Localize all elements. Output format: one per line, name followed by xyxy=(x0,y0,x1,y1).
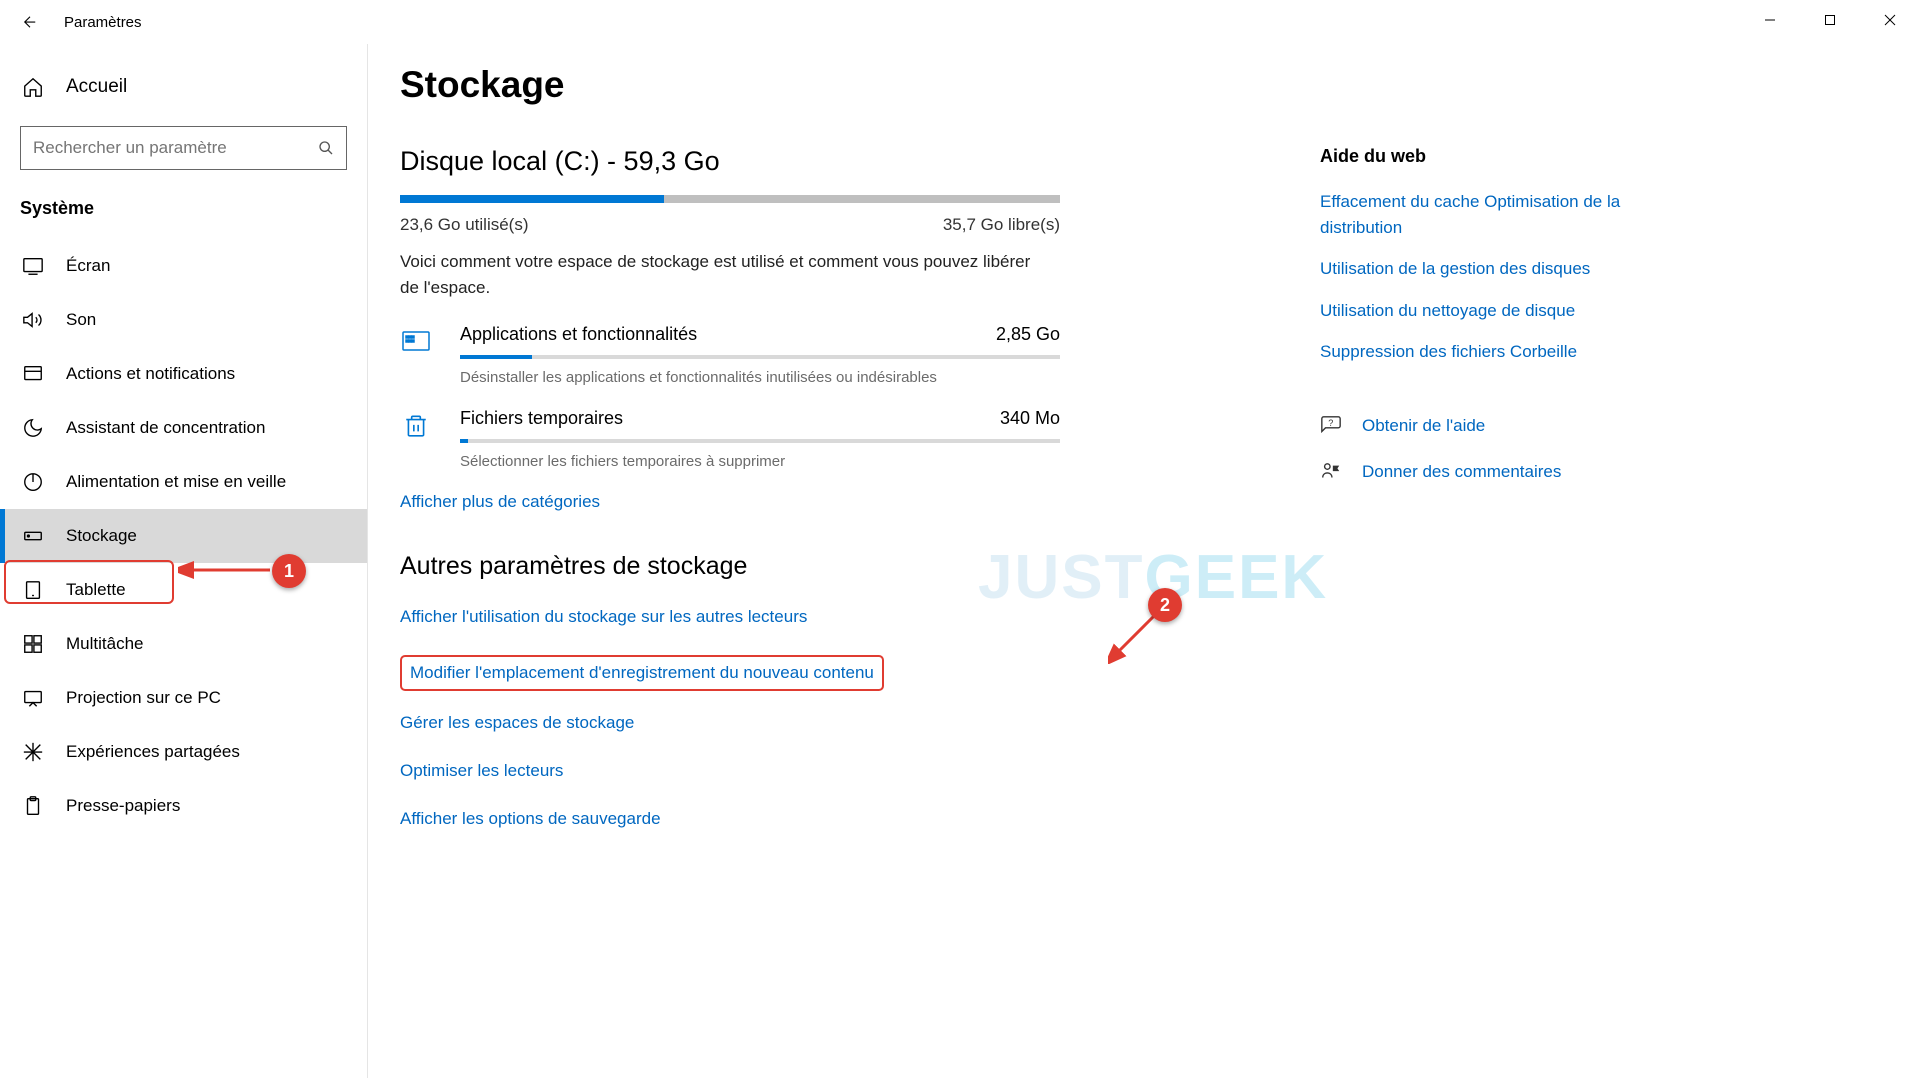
feedback-link[interactable]: Donner des commentaires xyxy=(1362,462,1561,482)
sidebar-item-clipboard[interactable]: Presse-papiers xyxy=(0,779,367,833)
other-settings-title: Autres paramètres de stockage xyxy=(400,552,1060,581)
storage-description: Voici comment votre espace de stockage e… xyxy=(400,249,1040,300)
annotation-highlight-2: Modifier l'emplacement d'enregistrement … xyxy=(400,655,884,691)
search-input[interactable] xyxy=(33,138,318,158)
home-icon xyxy=(22,76,44,98)
close-button[interactable] xyxy=(1860,0,1920,40)
apps-icon xyxy=(400,326,432,358)
sidebar-item-storage[interactable]: Stockage xyxy=(0,509,367,563)
moon-icon xyxy=(22,417,44,439)
titlebar: Paramètres xyxy=(0,0,1920,44)
show-more-categories-link[interactable]: Afficher plus de catégories xyxy=(400,492,600,512)
manage-storage-spaces-link[interactable]: Gérer les espaces de stockage xyxy=(400,713,1060,733)
sidebar-item-projection[interactable]: Projection sur ce PC xyxy=(0,671,367,725)
used-label: 23,6 Go utilisé(s) xyxy=(400,215,529,235)
minimize-icon xyxy=(1764,14,1776,26)
disk-title: Disque local (C:) - 59,3 Go xyxy=(400,146,1060,177)
help-title: Aide du web xyxy=(1320,146,1680,167)
storage-category-apps[interactable]: Applications et fonctionnalités 2,85 Go … xyxy=(400,324,1060,390)
sidebar-item-notifications[interactable]: Actions et notifications xyxy=(0,347,367,401)
main-content: JUSTGEEK Stockage Disque local (C:) - 59… xyxy=(368,44,1920,1078)
sidebar-item-label: Assistant de concentration xyxy=(66,418,265,438)
sidebar-item-label: Expériences partagées xyxy=(66,742,240,762)
category-size: 340 Mo xyxy=(1000,408,1060,429)
annotation-badge-2: 2 xyxy=(1148,588,1182,622)
projection-icon xyxy=(22,687,44,709)
window-title: Paramètres xyxy=(64,14,142,31)
category-name: Fichiers temporaires xyxy=(460,408,623,429)
multitask-icon xyxy=(22,633,44,655)
maximize-icon xyxy=(1824,14,1836,26)
sidebar-item-multitask[interactable]: Multitâche xyxy=(0,617,367,671)
get-help-link[interactable]: Obtenir de l'aide xyxy=(1362,416,1485,436)
sidebar: Accueil Système Écran Son Actions et not… xyxy=(0,44,368,1078)
help-link[interactable]: Effacement du cache Optimisation de la d… xyxy=(1320,189,1680,240)
sidebar-item-label: Alimentation et mise en veille xyxy=(66,472,286,492)
display-icon xyxy=(22,255,44,277)
search-icon xyxy=(318,140,334,156)
help-link[interactable]: Utilisation de la gestion des disques xyxy=(1320,256,1680,282)
sidebar-item-shared[interactable]: Expériences partagées xyxy=(0,725,367,779)
sidebar-item-focus[interactable]: Assistant de concentration xyxy=(0,401,367,455)
maximize-button[interactable] xyxy=(1800,0,1860,40)
sidebar-item-label: Stockage xyxy=(66,526,137,546)
sidebar-item-label: Actions et notifications xyxy=(66,364,235,384)
notifications-icon xyxy=(22,363,44,385)
optimize-drives-link[interactable]: Optimiser les lecteurs xyxy=(400,761,1060,781)
home-label: Accueil xyxy=(66,76,127,98)
arrow-left-icon xyxy=(21,13,39,31)
shared-icon xyxy=(22,741,44,763)
section-title: Système xyxy=(0,190,367,239)
clipboard-icon xyxy=(22,795,44,817)
feedback-row[interactable]: Donner des commentaires xyxy=(1320,461,1680,483)
sidebar-item-label: Presse-papiers xyxy=(66,796,180,816)
category-size: 2,85 Go xyxy=(996,324,1060,345)
disk-usage-fill xyxy=(400,195,664,203)
close-icon xyxy=(1884,14,1896,26)
sidebar-item-power[interactable]: Alimentation et mise en veille xyxy=(0,455,367,509)
change-save-location-link[interactable]: Modifier l'emplacement d'enregistrement … xyxy=(410,663,874,683)
page-title: Stockage xyxy=(400,64,1860,106)
sound-icon xyxy=(22,309,44,331)
home-button[interactable]: Accueil xyxy=(0,60,367,114)
free-label: 35,7 Go libre(s) xyxy=(943,215,1060,235)
window-controls xyxy=(1740,0,1920,40)
get-help-row[interactable]: ? Obtenir de l'aide xyxy=(1320,415,1680,437)
disk-usage-bar xyxy=(400,195,1060,203)
category-bar xyxy=(460,355,1060,359)
help-link[interactable]: Utilisation du nettoyage de disque xyxy=(1320,298,1680,324)
back-button[interactable] xyxy=(16,8,44,36)
search-box[interactable] xyxy=(20,126,347,170)
category-name: Applications et fonctionnalités xyxy=(460,324,697,345)
help-icon: ? xyxy=(1320,415,1342,437)
category-desc: Désinstaller les applications et fonctio… xyxy=(460,369,1060,386)
sidebar-item-tablet[interactable]: Tablette xyxy=(0,563,367,617)
trash-icon xyxy=(400,410,432,442)
category-bar xyxy=(460,439,1060,443)
sidebar-item-label: Son xyxy=(66,310,96,330)
backup-options-link[interactable]: Afficher les options de sauvegarde xyxy=(400,809,1060,829)
power-icon xyxy=(22,471,44,493)
sidebar-item-display[interactable]: Écran xyxy=(0,239,367,293)
sidebar-item-sound[interactable]: Son xyxy=(0,293,367,347)
tablet-icon xyxy=(22,579,44,601)
sidebar-item-label: Projection sur ce PC xyxy=(66,688,221,708)
category-desc: Sélectionner les fichiers temporaires à … xyxy=(460,453,1060,470)
sidebar-item-label: Multitâche xyxy=(66,634,143,654)
help-link[interactable]: Suppression des fichiers Corbeille xyxy=(1320,339,1680,365)
sidebar-item-label: Écran xyxy=(66,256,110,276)
storage-icon xyxy=(22,525,44,547)
storage-category-temp[interactable]: Fichiers temporaires 340 Mo Sélectionner… xyxy=(400,408,1060,474)
svg-text:?: ? xyxy=(1328,418,1333,428)
sidebar-item-label: Tablette xyxy=(66,580,126,600)
annotation-badge-1: 1 xyxy=(272,554,306,588)
minimize-button[interactable] xyxy=(1740,0,1800,40)
feedback-icon xyxy=(1320,461,1342,483)
other-drives-link[interactable]: Afficher l'utilisation du stockage sur l… xyxy=(400,607,1060,627)
